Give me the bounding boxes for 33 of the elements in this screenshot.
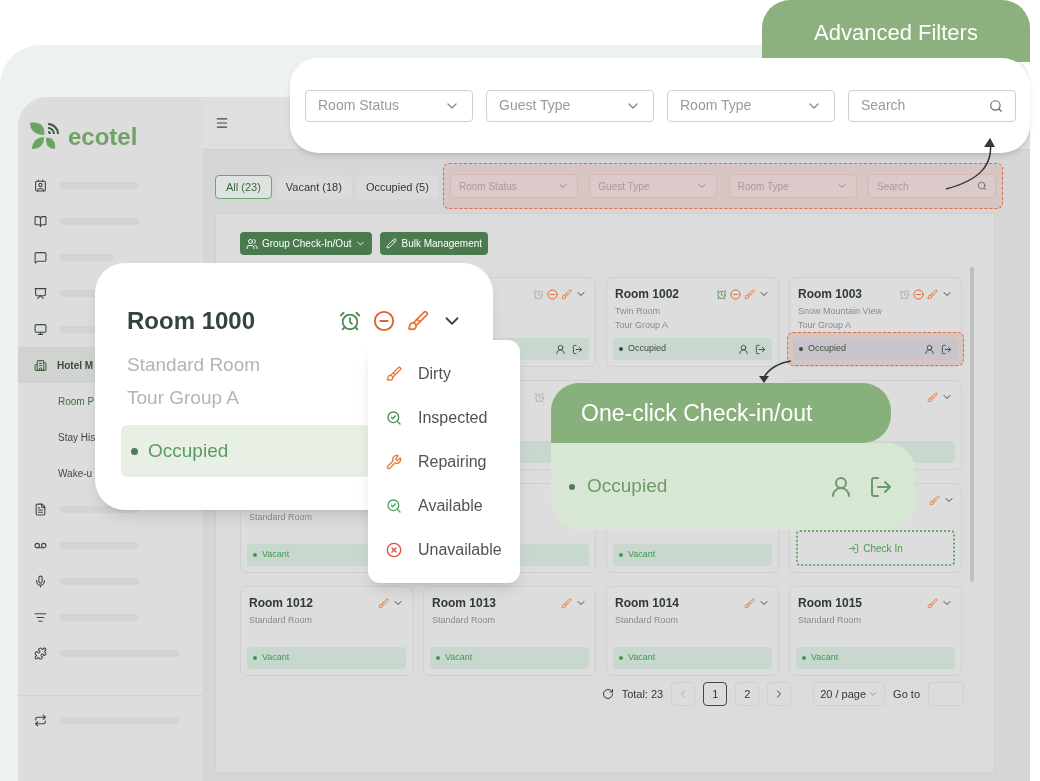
room-detail: Standard Room bbox=[615, 614, 679, 626]
status-label: Vacant bbox=[262, 651, 290, 665]
room-detail: Standard Room bbox=[249, 511, 313, 523]
room-title: Room 1002 bbox=[615, 286, 680, 303]
go-to-label: Go to bbox=[893, 686, 920, 702]
room-detail: Standard Room bbox=[249, 614, 313, 626]
status-label: Occupied bbox=[148, 438, 229, 463]
status-label: Occupied bbox=[587, 474, 668, 499]
room-detail: Standard Room bbox=[432, 614, 496, 626]
room-detail: Snow Mountain View bbox=[798, 305, 882, 317]
callout-title: One-click Check-in/out bbox=[581, 398, 813, 428]
room-detail: Twin Room bbox=[615, 305, 660, 317]
room-title: Room 1012 bbox=[249, 595, 314, 612]
status-label: Occupied bbox=[628, 342, 667, 356]
room-detail: Standard Room bbox=[798, 614, 862, 626]
callout-title: Advanced Filters bbox=[814, 19, 978, 47]
room-detail: Standard Room bbox=[127, 353, 261, 376]
room-title: Room 1000 bbox=[127, 306, 256, 336]
status-label: Vacant bbox=[445, 651, 473, 665]
status-label: Vacant bbox=[628, 548, 656, 562]
room-detail: Tour Group A bbox=[127, 386, 239, 409]
status-label: Vacant bbox=[262, 548, 290, 562]
room-title: Room 1014 bbox=[615, 595, 680, 612]
room-title: Room 1003 bbox=[798, 286, 863, 303]
logo-text: ecotel bbox=[68, 123, 138, 151]
status-label: Occupied bbox=[808, 342, 847, 356]
room-title: Room 1013 bbox=[432, 595, 497, 612]
room-detail: Tour Group A bbox=[615, 319, 669, 331]
room-title: Room 1015 bbox=[798, 595, 863, 612]
room-detail: Tour Group A bbox=[798, 319, 852, 331]
total-count: Total: 23 bbox=[621, 686, 664, 702]
status-label: Vacant bbox=[811, 651, 839, 665]
status-label: Vacant bbox=[628, 651, 656, 665]
